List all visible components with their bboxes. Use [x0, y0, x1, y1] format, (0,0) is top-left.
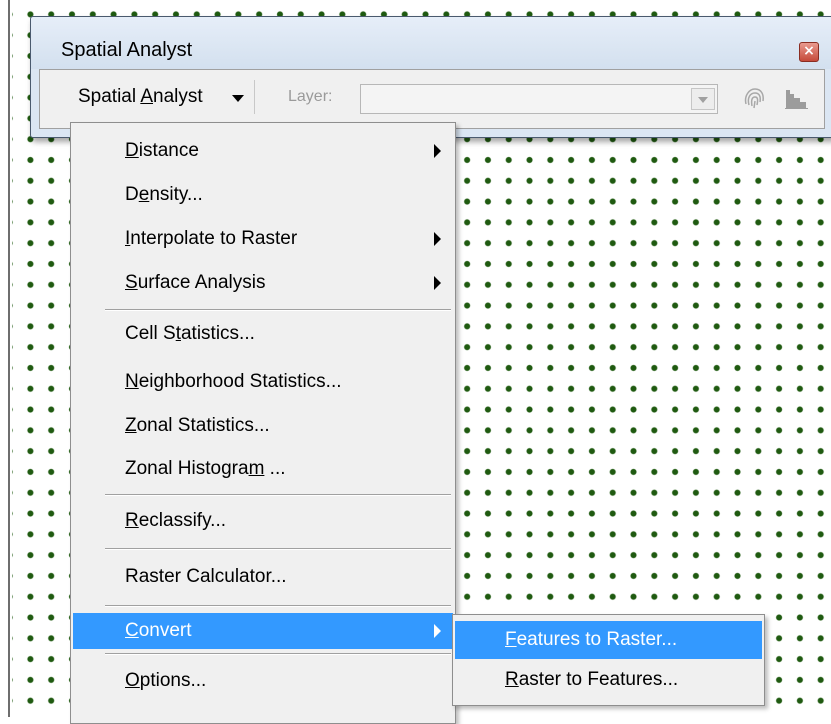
menu-item-accel: Z — [125, 415, 137, 436]
menu-item-accel: N — [125, 371, 139, 392]
submenu-item-label-post: aster to Features... — [518, 669, 679, 690]
menu-item-label-post: urface Analysis — [137, 272, 266, 293]
submenu-item-raster-to-features[interactable]: Raster to Features... — [455, 661, 762, 699]
menu-item-cell-statistics[interactable]: Cell Statistics... — [73, 316, 453, 352]
menu-item-label-post: istance — [138, 140, 199, 161]
spatial-analyst-toolbar-window: Spatial Analyst × Spatial Analyst Layer: — [30, 16, 831, 138]
submenu-item-features-to-raster[interactable]: Features to Raster... — [455, 621, 762, 659]
menu-item-accel: R — [125, 510, 139, 531]
menu-item-label-post: eclassify... — [138, 510, 227, 531]
menu-item-label-post: nterpolate to Raster — [130, 228, 298, 249]
close-button[interactable]: × — [799, 42, 819, 62]
menu-separator — [105, 605, 451, 607]
submenu-arrow-icon — [434, 232, 441, 246]
menu-item-accel: O — [125, 670, 140, 691]
submenu-item-label-post: eatures to Raster... — [516, 629, 678, 650]
menu-item-label-pre: Zonal Histogra — [125, 458, 249, 479]
menu-item-surface-analysis[interactable]: Surface Analysis — [73, 265, 453, 301]
menu-item-label-post: onal Statistics... — [136, 415, 270, 436]
layer-dropdown-arrow-icon[interactable] — [691, 88, 715, 110]
menu-item-label-post: nsity... — [149, 184, 203, 205]
layer-select[interactable] — [360, 84, 718, 114]
menu-item-accel: e — [138, 184, 150, 205]
menu-item-options[interactable]: Options... — [73, 663, 453, 699]
menu-button-label-accel: A — [140, 86, 154, 107]
window-left-border — [0, 0, 12, 717]
menu-item-convert[interactable]: Convert — [73, 613, 453, 649]
menu-item-label-post: ptions... — [139, 670, 207, 691]
menu-button-label-post: nalyst — [153, 86, 203, 107]
menu-item-label-pre: Cell S — [125, 323, 176, 344]
layer-label: Layer: — [288, 88, 333, 105]
menu-item-interpolate-to-raster[interactable]: Interpolate to Raster — [73, 221, 453, 257]
spatial-analyst-dropdown-menu: Distance Density... Interpolate to Raste… — [70, 122, 456, 724]
toolbar-body: Spatial Analyst Layer: — [39, 69, 825, 129]
menu-item-label-post: eighborhood Statistics... — [138, 371, 342, 392]
chevron-down-icon — [232, 95, 244, 102]
submenu-arrow-icon — [434, 276, 441, 290]
menu-item-accel: C — [125, 620, 139, 641]
toolbar-title: Spatial Analyst — [61, 39, 193, 61]
fingerprint-icon[interactable] — [740, 84, 768, 112]
toolbar-titlebar[interactable]: Spatial Analyst × — [31, 17, 831, 69]
menu-button-label-pre: Spatial — [78, 86, 141, 107]
submenu-arrow-icon — [434, 144, 441, 158]
menu-item-label-post: atistics... — [180, 323, 255, 344]
menu-item-density[interactable]: Density... — [73, 177, 453, 213]
menu-separator — [105, 653, 451, 655]
menu-item-neighborhood-statistics[interactable]: Neighborhood Statistics... — [73, 364, 453, 400]
menu-item-reclassify[interactable]: Reclassify... — [73, 503, 453, 539]
submenu-item-accel: R — [505, 669, 519, 690]
convert-submenu: Features to Raster... Raster to Features… — [452, 614, 765, 706]
menu-item-accel: D — [125, 140, 139, 161]
histogram-icon[interactable] — [782, 84, 812, 112]
menu-separator — [105, 309, 451, 311]
menu-item-accel: m — [248, 458, 265, 479]
menu-item-label-pre: D — [125, 184, 139, 205]
menu-item-label-pre: Raster Calculator... — [125, 566, 287, 587]
menu-separator — [105, 494, 451, 496]
spatial-analyst-menu-button[interactable]: Spatial Analyst — [70, 80, 255, 114]
menu-item-zonal-statistics[interactable]: Zonal Statistics... — [73, 408, 453, 444]
menu-item-label-post: ... — [264, 458, 286, 479]
menu-item-raster-calculator[interactable]: Raster Calculator... — [73, 559, 453, 595]
menu-item-accel: S — [125, 272, 138, 293]
submenu-arrow-icon — [434, 624, 441, 638]
menu-item-distance[interactable]: Distance — [73, 133, 453, 169]
menu-item-label-post: onvert — [138, 620, 192, 641]
menu-item-zonal-histogram[interactable]: Zonal Histogram ... — [73, 451, 453, 487]
submenu-item-accel: F — [505, 629, 517, 650]
menu-separator — [105, 548, 451, 550]
